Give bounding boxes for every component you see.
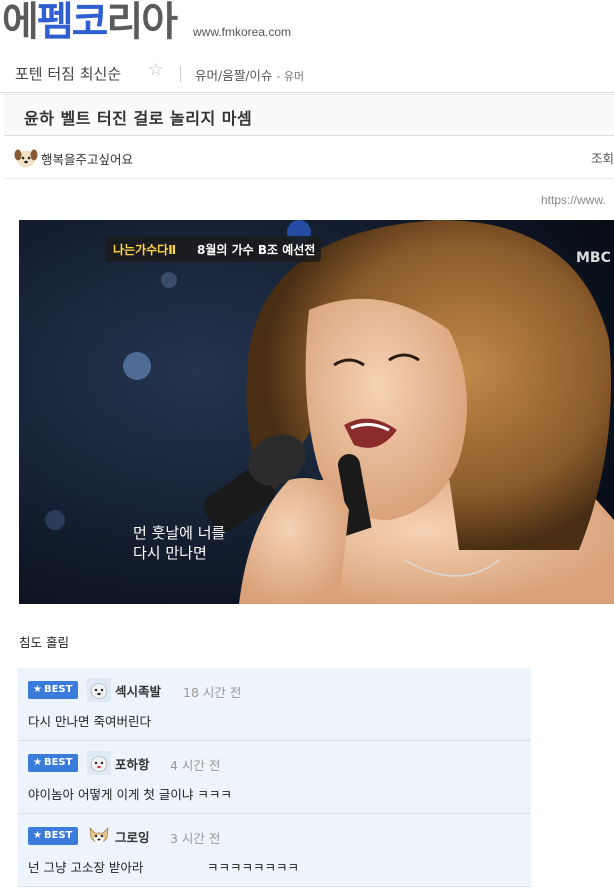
comment-author[interactable]: 포하항 (115, 754, 150, 773)
logo-part-3: 코 (71, 0, 109, 45)
comment-time: 4 시간 전 (170, 758, 221, 773)
source-link[interactable]: https://www. (541, 193, 606, 207)
best-badge-label: BEST (43, 757, 73, 768)
best-badge: ★ BEST (28, 681, 78, 699)
logo-part-2: 펨 (36, 0, 74, 45)
category-title[interactable]: 포텐 터짐 최신순 (15, 63, 121, 84)
comment-item: ★ BEST 포하항 4 시간 전 야이놈아 어떻게 이게 첫 글이냐 ㅋㅋㅋ (18, 741, 531, 814)
site-url[interactable]: www.fmkorea.com (193, 25, 291, 39)
breadcrumb-sub[interactable]: - 유머 (276, 70, 304, 83)
author-row: 행복을주고싶어요 조회 (4, 137, 614, 179)
best-badge: ★ BEST (28, 754, 78, 772)
post-title-bar: 윤하 벨트 터진 걸로 놀리지 마셈 (4, 94, 614, 136)
dog-avatar-icon[interactable] (87, 678, 111, 702)
site-logo[interactable]: 에펨코리아 (2, 0, 178, 46)
dog-avatar-icon[interactable] (14, 147, 38, 169)
logo-part-1: 에 (2, 0, 39, 45)
dog-avatar-icon[interactable] (87, 751, 111, 775)
show-logo-text: 나는가수다Ⅱ (113, 242, 176, 257)
best-badge-label: BEST (43, 684, 73, 695)
divider (180, 66, 181, 82)
comment-time: 18 시간 전 (183, 685, 242, 700)
comment-author[interactable]: 그로잉 (115, 827, 150, 846)
author-name[interactable]: 행복을주고싶어요 (41, 149, 133, 168)
comment-time: 3 시간 전 (170, 831, 221, 846)
subtitle-line-2: 다시 만나면 (133, 544, 207, 562)
best-comments: ★ BEST 섹시족발 18 시간 전 다시 만나면 죽여버린다 ★ BEST 포하… (18, 668, 531, 887)
logo-part-4: 리아 (106, 0, 178, 45)
star-icon: ★ (33, 757, 42, 768)
comment-text: 넌 그냥 고소장 받아라 ㅋㅋㅋㅋㅋㅋㅋㅋ (28, 860, 299, 875)
category-bar: 포텐 터짐 최신순 ☆ 유머/움짤/이슈 - 유머 (0, 55, 614, 93)
star-icon: ★ (33, 684, 42, 695)
post-image-art: 나는가수다Ⅱ 8월의 가수 B조 예선전 MBC 먼 훗날에 너를 다시 만나면 (19, 220, 614, 604)
comment-text: 다시 만나면 죽여버린다 (28, 714, 151, 729)
best-badge-label: BEST (43, 830, 73, 841)
site-header: 에펨코리아 www.fmkorea.com (0, 0, 614, 50)
post-body: 침도 흘림 (19, 635, 69, 650)
comment-item: ★ BEST 섹시족발 18 시간 전 다시 만나면 죽여버린다 (18, 668, 531, 741)
post-image[interactable]: 나는가수다Ⅱ 8월의 가수 B조 예선전 MBC 먼 훗날에 너를 다시 만나면 (19, 220, 614, 604)
show-caption-text: 8월의 가수 B조 예선전 (197, 242, 315, 257)
breadcrumb-path[interactable]: 유머/움짤/이슈 (195, 68, 272, 83)
subtitle-line-1: 먼 훗날에 너를 (133, 524, 226, 542)
best-badge: ★ BEST (28, 827, 78, 845)
puppy-avatar-icon[interactable] (87, 824, 111, 848)
star-outline-icon[interactable]: ☆ (148, 60, 163, 80)
comment-author[interactable]: 섹시족발 (115, 681, 161, 700)
star-icon: ★ (33, 830, 42, 841)
breadcrumb[interactable]: 유머/움짤/이슈 - 유머 (195, 65, 304, 84)
post-title: 윤하 벨트 터진 걸로 놀리지 마셈 (24, 109, 253, 128)
view-count-label: 조회 (590, 151, 614, 166)
comment-text: 야이놈아 어떻게 이게 첫 글이냐 ㅋㅋㅋ (28, 787, 232, 802)
comment-item: ★ BEST 그로잉 3 시간 전 넌 그냥 고소장 받아라 ㅋㅋㅋㅋㅋㅋㅋㅋ (18, 814, 531, 887)
channel-logo-text: MBC (576, 250, 611, 266)
